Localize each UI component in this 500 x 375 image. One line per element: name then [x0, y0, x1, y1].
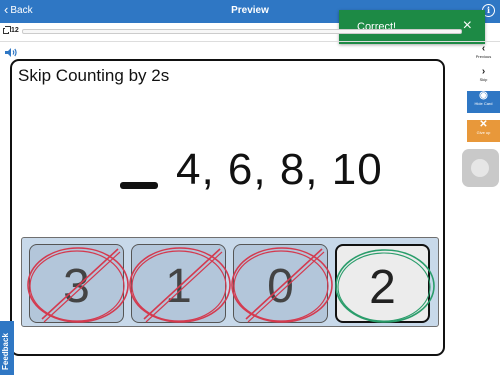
crossed-out-mark: [27, 247, 129, 323]
previous-button[interactable]: ‹ Previous: [467, 44, 500, 66]
problem-area: 4, 6, 8, 10: [120, 145, 440, 195]
give-up-label: Give up: [476, 130, 491, 135]
card-counter: 12: [3, 25, 19, 34]
hide-card-label: Hide Card: [474, 101, 493, 106]
answer-tray: 3 1 0: [21, 237, 439, 327]
skip-label: Skip: [479, 77, 488, 82]
number-sequence: 4, 6, 8, 10: [176, 145, 383, 194]
chevron-left-icon: ‹: [481, 43, 486, 54]
answer-tile-selected[interactable]: 2: [335, 244, 435, 323]
hide-card-button[interactable]: ◉ Hide Card: [467, 91, 500, 113]
feedback-tab[interactable]: Feedback: [0, 321, 14, 375]
eye-icon: ◉: [479, 90, 488, 101]
crossed-out-mark: [129, 247, 231, 323]
answer-tile[interactable]: 1: [129, 244, 231, 323]
answer-tile[interactable]: 3: [27, 244, 129, 323]
card-count: 12: [11, 27, 19, 34]
skip-button[interactable]: › Skip: [467, 67, 500, 89]
previous-label: Previous: [475, 54, 492, 59]
close-icon[interactable]: ×: [463, 17, 472, 35]
cards-icon: [3, 25, 11, 34]
give-up-button[interactable]: ✕ Give up: [467, 120, 500, 142]
answer-tile[interactable]: 0: [231, 244, 333, 323]
chevron-right-icon: ›: [481, 66, 486, 77]
close-icon: ✕: [479, 119, 488, 130]
record-button[interactable]: [462, 149, 499, 187]
answer-blank: [120, 182, 158, 189]
correct-circle-mark: [335, 249, 435, 323]
crossed-out-mark: [231, 247, 333, 323]
record-icon: [471, 159, 489, 177]
card-title: Skip Counting by 2s: [18, 66, 170, 85]
flash-card: Skip Counting by 2s 4, 6, 8, 10 3 1 0: [10, 59, 445, 356]
feedback-label: Feedback: [1, 333, 10, 370]
progress-bar: [22, 29, 462, 34]
correct-toast: Correct! ×: [339, 10, 485, 44]
divider: [0, 41, 500, 42]
